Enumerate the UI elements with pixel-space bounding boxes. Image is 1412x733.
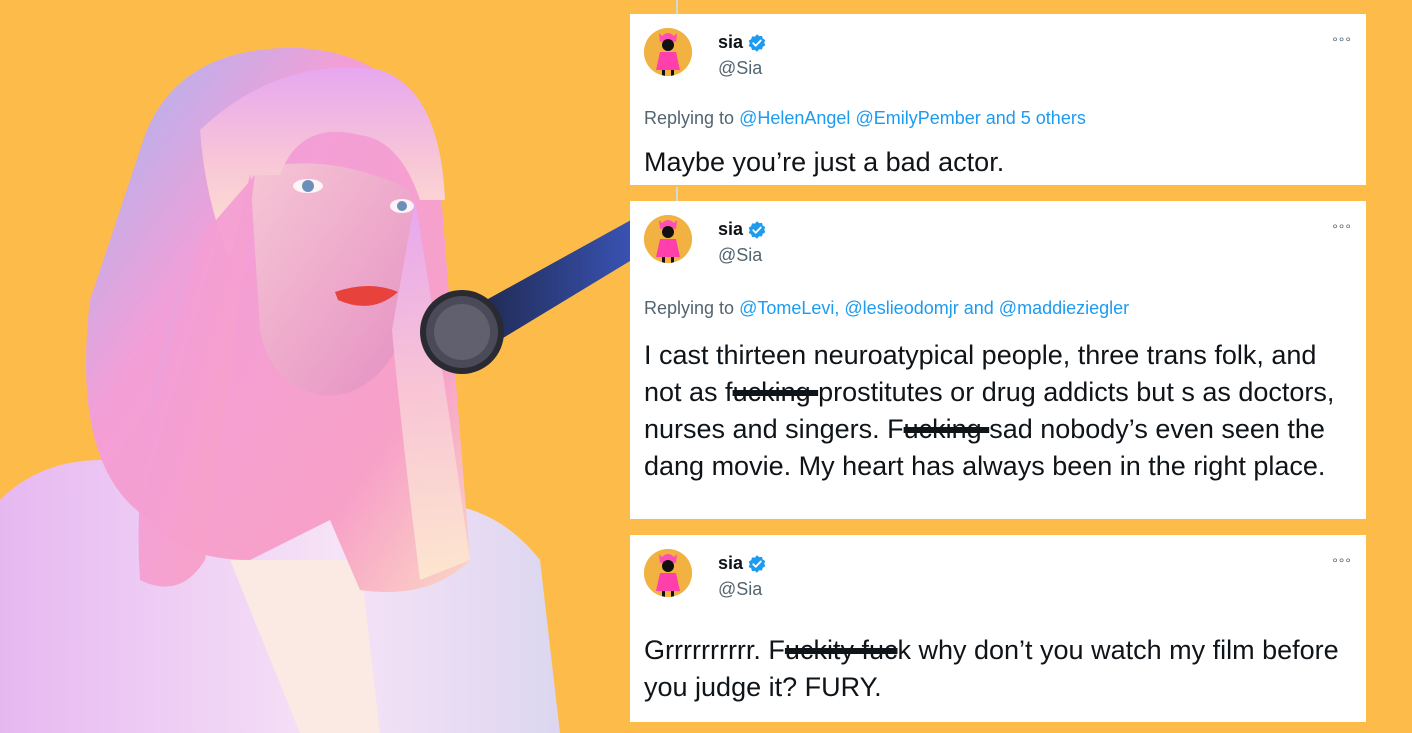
mention-joiner: and — [963, 298, 994, 318]
verified-badge-icon — [748, 220, 766, 239]
avatar[interactable] — [644, 215, 692, 263]
mention-link[interactable]: @HelenAngel — [739, 108, 850, 128]
verified-badge-icon — [748, 554, 766, 573]
tweet-card[interactable]: sia @Sia °°° Replying to @TomeLevi, @les… — [630, 187, 1366, 519]
tweet-text: Grrrrrrrrrr. Fuckity fuck why don’t you … — [644, 632, 1354, 706]
handle[interactable]: @Sia — [718, 245, 762, 266]
avatar-figure-icon — [644, 549, 692, 597]
censored-word: uckity fuc — [784, 635, 898, 665]
more-icon[interactable]: °°° — [1332, 555, 1352, 571]
handle[interactable]: @Sia — [718, 579, 762, 600]
more-icon[interactable]: °°° — [1332, 221, 1352, 237]
display-name[interactable]: sia — [718, 553, 743, 574]
censored-word: ucking — [732, 377, 819, 407]
replying-to: Replying to @TomeLevi, @leslieodomjr and… — [644, 298, 1129, 319]
tweet-card[interactable]: sia @Sia °°° Replying to @HelenAngel @Em… — [630, 0, 1366, 185]
avatar-figure-icon — [644, 215, 692, 263]
thread-connector — [676, 187, 678, 201]
others-link[interactable]: and 5 others — [986, 108, 1086, 128]
display-name[interactable]: sia — [718, 32, 743, 53]
replying-to: Replying to @HelenAngel @EmilyPember and… — [644, 108, 1086, 129]
meme-canvas: sia @Sia °°° Replying to @HelenAngel @Em… — [0, 0, 1412, 733]
mention-link[interactable]: @TomeLevi, — [739, 298, 839, 318]
tweet-text: Maybe you’re just a bad actor. — [644, 147, 1005, 177]
avatar[interactable] — [644, 549, 692, 597]
avatar[interactable] — [644, 28, 692, 76]
avatar-figure-icon — [644, 28, 692, 76]
replying-prefix: Replying to — [644, 298, 735, 318]
portrait-image — [0, 47, 640, 733]
mention-link[interactable]: @EmilyPember — [855, 108, 980, 128]
tweet-text-part: Grrrrrrrrrr. F — [644, 635, 785, 665]
mention-link[interactable]: @maddieziegler — [999, 298, 1129, 318]
verified-badge-icon — [748, 33, 766, 52]
thread-connector — [676, 0, 678, 14]
tweet-text: I cast thirteen neuroatypical people, th… — [644, 337, 1354, 485]
handle[interactable]: @Sia — [718, 58, 762, 79]
tweet-card[interactable]: sia @Sia °°° Grrrrrrrrrr. Fuckity fuck w… — [630, 535, 1366, 722]
display-name[interactable]: sia — [718, 219, 743, 240]
more-icon[interactable]: °°° — [1332, 34, 1352, 50]
mention-link[interactable]: @leslieodomjr — [844, 298, 958, 318]
replying-prefix: Replying to — [644, 108, 735, 128]
censored-word: ucking — [903, 414, 990, 444]
